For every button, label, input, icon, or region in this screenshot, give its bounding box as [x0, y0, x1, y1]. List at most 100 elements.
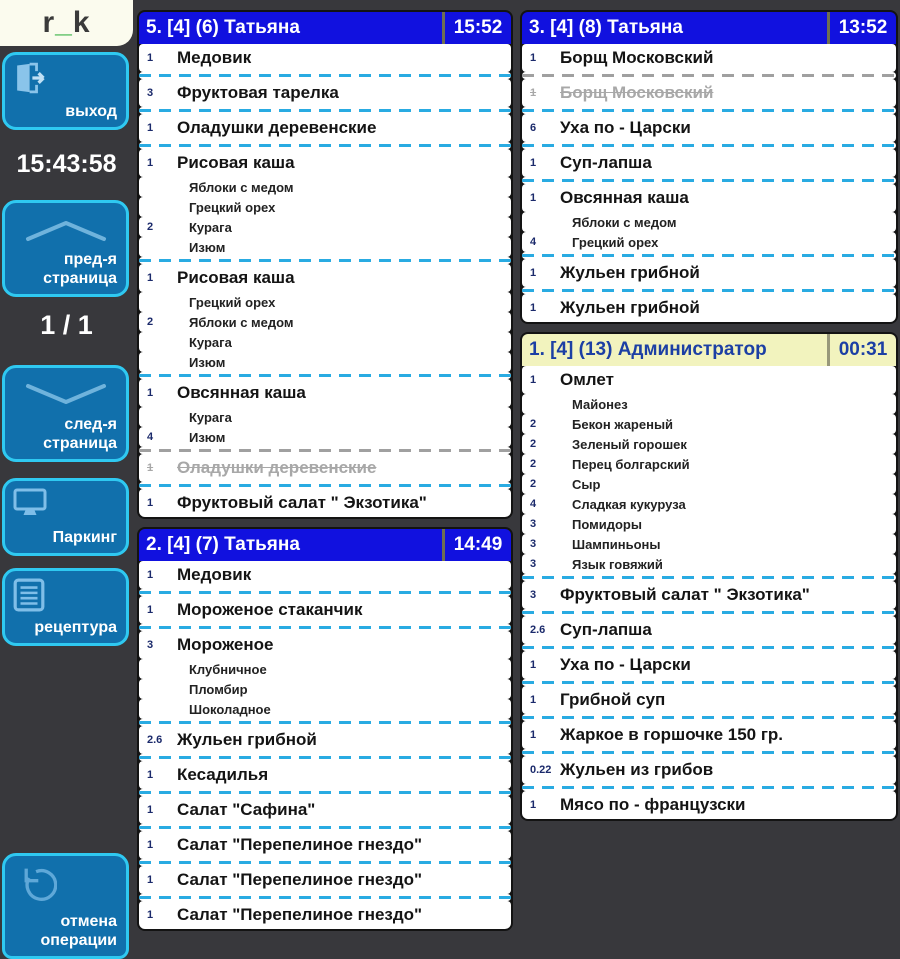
order-item-row[interactable]: 6Уха по - Царски: [522, 114, 896, 142]
item-separator: [139, 859, 511, 866]
order-item-row[interactable]: 1Фруктовый салат " Экзотика": [139, 489, 511, 517]
chevron-down-icon: [20, 380, 112, 410]
subitem-name: Сыр: [560, 477, 600, 492]
item-separator: [522, 72, 896, 79]
item-separator: [139, 754, 511, 761]
order-card-header[interactable]: 3. [4] (8) Татьяна13:52: [522, 12, 896, 44]
subitem-name: Перец болгарский: [560, 457, 690, 472]
recipes-button-label: рецептура: [34, 618, 117, 637]
order-item-row[interactable]: 1Салат "Перепелиное гнездо": [139, 901, 511, 929]
item-separator: [139, 482, 511, 489]
order-subitem-row: 4Грецкий орех: [522, 232, 896, 252]
order-item-row[interactable]: 3Фруктовый салат " Экзотика": [522, 581, 896, 609]
item-separator: [139, 447, 511, 454]
subitem-qty: 2: [139, 316, 177, 328]
order-item-row[interactable]: 1Борщ Московский: [522, 44, 896, 72]
order-item-row[interactable]: 1Мороженое стаканчик: [139, 596, 511, 624]
cancel-operation-label: отмена операции: [40, 912, 117, 950]
item-separator: [139, 589, 511, 596]
order-subitem-row: Изюм: [139, 352, 511, 372]
order-item-row[interactable]: 1Жульен грибной: [522, 259, 896, 287]
next-page-button[interactable]: след-я страница: [2, 365, 129, 462]
order-card-header[interactable]: 1. [4] (13) Администратор00:31: [522, 334, 896, 366]
order-item-row[interactable]: 1Кесадилья: [139, 761, 511, 789]
item-separator: [522, 142, 896, 149]
order-card-header[interactable]: 2. [4] (7) Татьяна14:49: [139, 529, 511, 561]
order-item-row[interactable]: 1Рисовая каша: [139, 149, 511, 177]
item-name: Жульен грибной: [177, 730, 317, 750]
order-item-row[interactable]: 1Оладушки деревенские: [139, 114, 511, 142]
exit-door-icon: [13, 62, 49, 94]
order-card[interactable]: 3. [4] (8) Татьяна13:521Борщ Московский1…: [520, 10, 898, 324]
item-name: Мороженое: [177, 635, 273, 655]
order-card-body: 1Медовик1Мороженое стаканчик3МороженоеКл…: [139, 561, 511, 929]
item-name: Рисовая каша: [177, 268, 295, 288]
order-item-row[interactable]: 1Медовик: [139, 44, 511, 72]
order-item-row[interactable]: 1Салат "Сафина": [139, 796, 511, 824]
subitem-name: Яблоки с медом: [177, 315, 294, 330]
logo-underscore: _: [55, 6, 73, 40]
item-separator: [139, 257, 511, 264]
order-item-row[interactable]: 1Суп-лапша: [522, 149, 896, 177]
order-item-row[interactable]: 1Жульен грибной: [522, 294, 896, 322]
order-item-row[interactable]: 3Мороженое: [139, 631, 511, 659]
order-item-row[interactable]: 1Мясо по - французски: [522, 791, 896, 819]
item-qty: 1: [139, 122, 177, 134]
item-qty: 1: [522, 694, 560, 706]
item-qty: 1: [522, 192, 560, 204]
order-item-row[interactable]: 1Уха по - Царски: [522, 651, 896, 679]
order-subitem-row: 2Яблоки с медом: [139, 312, 511, 332]
item-name: Фруктовый салат " Экзотика": [560, 585, 810, 605]
order-item-row[interactable]: 1Омлет: [522, 366, 896, 394]
order-item-row[interactable]: 1Борщ Московский: [522, 79, 896, 107]
item-name: Жульен из грибов: [560, 760, 713, 780]
order-card-header[interactable]: 5. [4] (6) Татьяна15:52: [139, 12, 511, 44]
subitem-qty: 2: [522, 438, 560, 450]
item-qty: 6: [522, 122, 560, 134]
order-item-row[interactable]: 3Фруктовая тарелка: [139, 79, 511, 107]
item-name: Овсянная каша: [560, 188, 689, 208]
order-item-row[interactable]: 0.22Жульен из грибов: [522, 756, 896, 784]
clock: 15:43:58: [0, 150, 133, 179]
item-qty: 3: [522, 589, 560, 601]
order-item-row[interactable]: 1Салат "Перепелиное гнездо": [139, 866, 511, 894]
item-separator: [522, 749, 896, 756]
sidebar: r_k выход 15:43:58 пред-я страница 1 / 1…: [0, 0, 133, 959]
item-qty: 1: [139, 804, 177, 816]
item-qty: 1: [522, 52, 560, 64]
subitem-name: Пломбир: [177, 682, 248, 697]
order-item-row[interactable]: 2.6Жульен грибной: [139, 726, 511, 754]
order-card[interactable]: 2. [4] (7) Татьяна14:491Медовик1Морожено…: [137, 527, 513, 931]
order-item-row[interactable]: 1Салат "Перепелиное гнездо": [139, 831, 511, 859]
order-item-row[interactable]: 1Рисовая каша: [139, 264, 511, 292]
subitem-name: Майонез: [560, 397, 628, 412]
order-timer: 14:49: [442, 529, 511, 561]
item-name: Уха по - Царски: [560, 655, 691, 675]
order-item-row[interactable]: 1Овсянная каша: [522, 184, 896, 212]
cancel-operation-button[interactable]: отмена операции: [2, 853, 129, 959]
order-item-row[interactable]: 1Медовик: [139, 561, 511, 589]
order-subitem-row: 2Курага: [139, 217, 511, 237]
page-indicator: 1 / 1: [0, 310, 133, 341]
parking-button[interactable]: Паркинг: [2, 478, 129, 556]
item-name: Медовик: [177, 565, 251, 585]
order-subitem-row: Грецкий орех: [139, 292, 511, 312]
item-name: Суп-лапша: [560, 620, 652, 640]
order-subitem-row: Курага: [139, 407, 511, 427]
exit-button[interactable]: выход: [2, 52, 129, 130]
order-item-row[interactable]: 1Овсянная каша: [139, 379, 511, 407]
order-item-row[interactable]: 2.6Суп-лапша: [522, 616, 896, 644]
subitem-qty: 4: [522, 236, 560, 248]
item-qty: 1: [139, 874, 177, 886]
subitem-name: Яблоки с медом: [560, 215, 677, 230]
prev-page-button[interactable]: пред-я страница: [2, 200, 129, 297]
order-card[interactable]: 1. [4] (13) Администратор00:311Омлет Майо…: [520, 332, 898, 821]
order-card[interactable]: 5. [4] (6) Татьяна15:521Медовик 3Фруктова…: [137, 10, 513, 519]
subitem-qty: 3: [522, 558, 560, 570]
subitem-name: Бекон жареный: [560, 417, 673, 432]
order-item-row[interactable]: 1Оладушки деревенские: [139, 454, 511, 482]
order-item-row[interactable]: 1Грибной суп: [522, 686, 896, 714]
recipes-button[interactable]: рецептура: [2, 568, 129, 646]
order-item-row[interactable]: 1Жаркое в горшочке 150 гр.: [522, 721, 896, 749]
order-card-title: 2. [4] (7) Татьяна: [139, 529, 442, 561]
